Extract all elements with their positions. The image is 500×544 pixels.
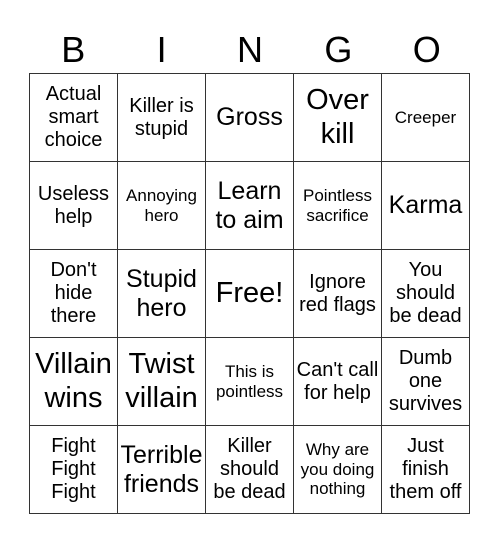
bingo-cell[interactable]: Killer should be dead xyxy=(206,426,294,514)
bingo-header: B I N G O xyxy=(29,30,471,70)
bingo-cell[interactable]: Useless help xyxy=(30,162,118,250)
bingo-cell[interactable]: Learn to aim xyxy=(206,162,294,250)
bingo-cell[interactable]: Creeper xyxy=(382,74,470,162)
header-letter-i: I xyxy=(156,29,167,70)
header-letter-g: G xyxy=(324,29,353,70)
bingo-cell[interactable]: Can't call for help xyxy=(294,338,382,426)
bingo-cell[interactable]: Don't hide there xyxy=(30,250,118,338)
bingo-cell[interactable]: Twist villain xyxy=(118,338,206,426)
bingo-cell[interactable]: Karma xyxy=(382,162,470,250)
bingo-cell[interactable]: Actual smart choice xyxy=(30,74,118,162)
bingo-cell[interactable]: Just finish them off xyxy=(382,426,470,514)
bingo-cell[interactable]: Stupid hero xyxy=(118,250,206,338)
bingo-cell[interactable]: Killer is stupid xyxy=(118,74,206,162)
bingo-cell[interactable]: Ignore red flags xyxy=(294,250,382,338)
bingo-cell[interactable]: Over kill xyxy=(294,74,382,162)
bingo-cell[interactable]: Terrible friends xyxy=(118,426,206,514)
bingo-card-grid: Actual smart choice Killer is stupid Gro… xyxy=(29,73,470,514)
bingo-cell[interactable]: Annoying hero xyxy=(118,162,206,250)
bingo-cell[interactable]: Fight Fight Fight xyxy=(30,426,118,514)
bingo-cell[interactable]: This is pointless xyxy=(206,338,294,426)
bingo-cell[interactable]: Pointless sacrifice xyxy=(294,162,382,250)
bingo-cell[interactable]: Why are you doing nothing xyxy=(294,426,382,514)
bingo-cell[interactable]: Villain wins xyxy=(30,338,118,426)
bingo-cell[interactable]: Dumb one survives xyxy=(382,338,470,426)
header-letter-n: N xyxy=(236,29,263,70)
free-space-cell[interactable]: Free! xyxy=(206,250,294,338)
header-letter-o: O xyxy=(412,29,441,70)
header-letter-b: B xyxy=(61,29,86,70)
bingo-cell[interactable]: You should be dead xyxy=(382,250,470,338)
bingo-cell[interactable]: Gross xyxy=(206,74,294,162)
